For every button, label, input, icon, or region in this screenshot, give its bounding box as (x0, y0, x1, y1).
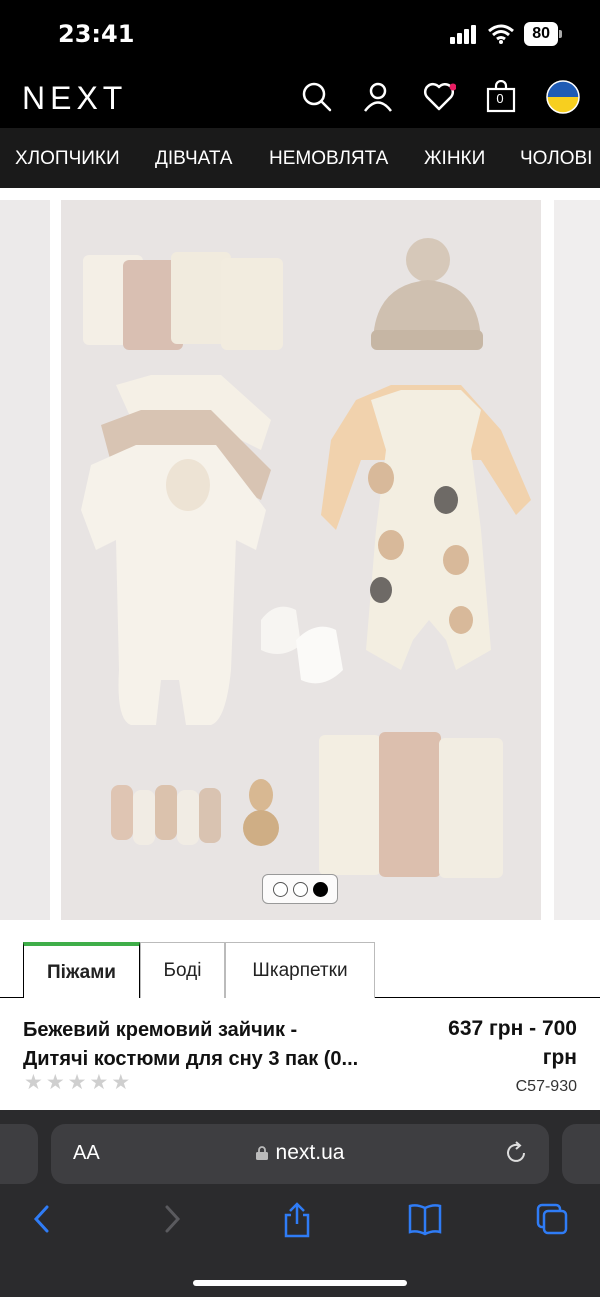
browser-bottom-bar: AA next.ua (0, 1110, 600, 1297)
status-bar: 23:41 80 (0, 0, 600, 68)
address-bar[interactable]: AA next.ua (51, 1124, 549, 1184)
wifi-icon (488, 24, 515, 44)
nav-item-girls[interactable]: ДІВЧАТА (155, 148, 232, 170)
shopping-bag-button[interactable]: 0 (485, 79, 519, 114)
reload-icon[interactable] (503, 1140, 529, 1166)
star-icon: ★ (89, 1071, 109, 1094)
next-logo[interactable]: NEXT (22, 80, 127, 117)
bookmarks-icon[interactable] (407, 1202, 443, 1236)
status-icons: 80 (450, 22, 562, 46)
back-icon[interactable] (30, 1202, 54, 1236)
cellular-signal-icon (450, 25, 477, 44)
nav-item-women[interactable]: ЖІНКИ (424, 148, 485, 170)
gallery-dot-2[interactable] (292, 881, 308, 897)
status-time: 23:41 (58, 20, 135, 48)
share-icon[interactable] (282, 1202, 312, 1238)
baby-clothes-flatlay-image (61, 200, 541, 920)
home-indicator (193, 1280, 407, 1286)
product-price-line-1: 637 грн - 700 (448, 1017, 577, 1040)
account-icon[interactable] (361, 80, 395, 114)
product-code: C57-930 (515, 1078, 577, 1095)
wishlist-heart-icon[interactable] (422, 80, 456, 114)
product-main-image[interactable] (61, 200, 541, 920)
next-image-preview[interactable] (554, 200, 600, 920)
star-icon: ★ (67, 1071, 87, 1094)
tab-socks[interactable]: Шкарпетки (225, 942, 375, 998)
tab-bodysuits[interactable]: Боді (140, 942, 225, 998)
gallery-dot-1[interactable] (272, 881, 288, 897)
url-display[interactable]: next.ua (51, 1141, 549, 1165)
site-header: NEXT 0 (0, 68, 600, 128)
product-image-gallery[interactable] (0, 188, 600, 920)
battery-indicator: 80 (524, 22, 562, 46)
forward-icon (165, 1205, 181, 1233)
previous-tab-preview[interactable] (0, 1124, 38, 1184)
nav-item-baby[interactable]: НЕМОВЛЯТА (269, 148, 388, 170)
previous-image-preview[interactable] (0, 200, 50, 920)
rating-stars[interactable]: ★ ★ ★ ★ ★ (24, 1070, 130, 1095)
product-info: Бежевий кремовий зайчик - Дитячі костюми… (0, 998, 600, 1110)
product-title[interactable]: Бежевий кремовий зайчик - Дитячі костюми… (23, 1016, 423, 1074)
nav-item-men[interactable]: ЧОЛОВІ (520, 148, 592, 170)
product-variant-tabs: Піжами Боді Шкарпетки (0, 940, 600, 999)
cart-count: 0 (496, 91, 504, 106)
search-icon[interactable] (300, 80, 334, 114)
next-tab-preview[interactable] (562, 1124, 600, 1184)
ukraine-flag-icon[interactable] (546, 80, 580, 114)
battery-level: 80 (524, 22, 558, 46)
tab-pajamas[interactable]: Піжами (23, 942, 140, 999)
category-nav: ХЛОПЧИКИ ДІВЧАТА НЕМОВЛЯТА ЖІНКИ ЧОЛОВІ (0, 128, 600, 188)
star-icon: ★ (45, 1071, 65, 1094)
gallery-dot-3-active[interactable] (312, 881, 328, 897)
product-title-line-1: Бежевий кремовий зайчик - (23, 1019, 298, 1041)
product-price-line-2: грн (542, 1046, 577, 1069)
star-icon: ★ (111, 1071, 131, 1094)
url-text: next.ua (275, 1141, 345, 1164)
star-icon: ★ (24, 1071, 43, 1094)
product-price: 637 грн - 700 грн (417, 1014, 577, 1072)
tabs-icon[interactable] (535, 1202, 569, 1236)
lock-icon (255, 1146, 268, 1160)
nav-item-boys[interactable]: ХЛОПЧИКИ (15, 148, 120, 170)
gallery-pagination (262, 874, 338, 904)
